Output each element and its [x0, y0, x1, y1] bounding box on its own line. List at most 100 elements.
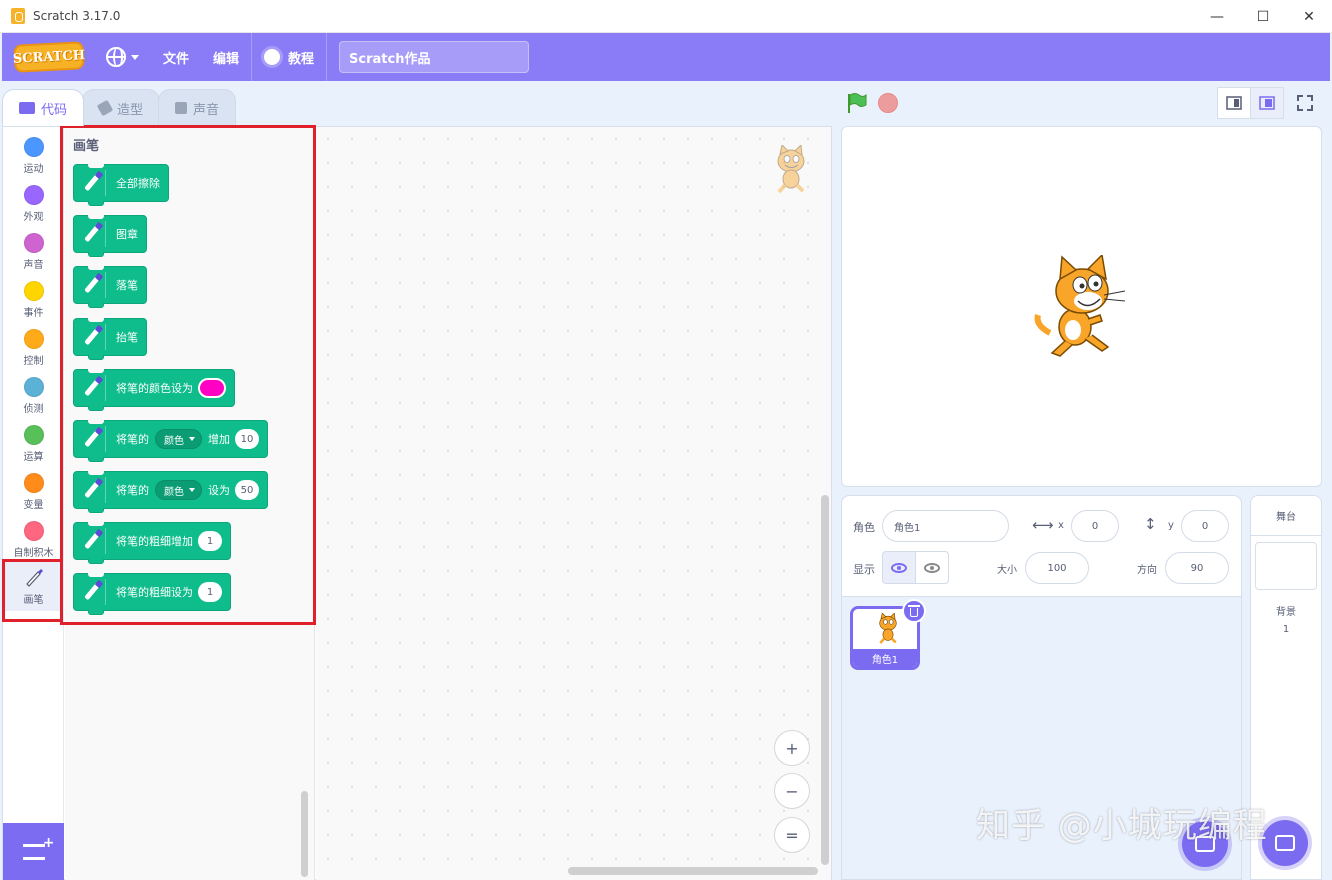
- workspace-horizontal-scrollbar[interactable]: [568, 867, 818, 875]
- tutorials-menu[interactable]: 教程: [252, 33, 326, 81]
- category-my-blocks[interactable]: 自制积木: [3, 516, 64, 564]
- tab-code-label: 代码: [41, 102, 68, 118]
- x-arrows-icon: ⟷: [1032, 516, 1054, 534]
- show-sprite-button[interactable]: [882, 551, 916, 584]
- close-button[interactable]: ✕: [1286, 0, 1332, 33]
- stage-pane-title: 舞台: [1251, 496, 1321, 536]
- my-blocks-dot-icon: [23, 521, 44, 541]
- tab-costumes[interactable]: 造型: [82, 89, 161, 126]
- watermark-text: 知乎 @小城玩编程: [976, 806, 1268, 846]
- stop-icon[interactable]: [878, 93, 898, 113]
- sprite-cat-icon: [777, 145, 805, 194]
- zoom-reset-icon: =: [785, 825, 799, 845]
- zoom-out-icon: −: [785, 781, 799, 801]
- category-variables[interactable]: 变量: [3, 468, 64, 516]
- edit-menu[interactable]: 编辑: [201, 33, 251, 81]
- events-dot-icon: [23, 281, 44, 301]
- lightbulb-icon: [264, 49, 281, 65]
- sound-dot-icon: [23, 233, 44, 253]
- backdrop-count: 1: [1282, 624, 1290, 635]
- size-label: 大小: [997, 565, 1017, 576]
- sprite-info: 角色 角色1 ⟷ x 0 ↕ y 0 显示 大小 100 方向 90: [842, 496, 1241, 597]
- fullscreen-button[interactable]: [1288, 87, 1322, 119]
- normal-stage-button[interactable]: [1250, 87, 1284, 119]
- category-sensing[interactable]: 侦测: [3, 372, 64, 420]
- zoom-reset-button[interactable]: =: [774, 817, 810, 853]
- category-menu: 运动 外观 声音 事件 控制 侦测 运算 变量 自制积木 画笔 +: [3, 127, 64, 880]
- category-events[interactable]: 事件: [3, 276, 64, 324]
- small-stage-button[interactable]: [1217, 87, 1251, 119]
- zoom-out-button[interactable]: −: [774, 773, 810, 809]
- add-extension-icon: [22, 835, 55, 860]
- tab-sounds[interactable]: 声音: [158, 89, 237, 126]
- project-title-input[interactable]: Scratch作品: [339, 41, 530, 73]
- backdrop-label: 背景: [1276, 607, 1296, 618]
- scratch-logo[interactable]: SCRATCH: [13, 41, 85, 73]
- globe-icon: [106, 47, 126, 67]
- category-label: 外观: [23, 212, 44, 223]
- code-icon: [19, 102, 35, 114]
- palette-scrollbar[interactable]: [301, 791, 308, 877]
- direction-input[interactable]: 90: [1165, 552, 1229, 584]
- highlight-pen-category: [2, 559, 63, 622]
- window-controls: — ☐ ✕: [1194, 0, 1332, 33]
- hide-sprite-button[interactable]: [915, 551, 949, 584]
- sprite-name-input[interactable]: 角色1: [882, 510, 1009, 542]
- category-operators[interactable]: 运算: [3, 420, 64, 468]
- category-label: 侦测: [23, 404, 44, 415]
- y-arrows-icon: ↕: [1144, 515, 1157, 533]
- small-stage-icon: [1226, 96, 1242, 110]
- category-label: 运动: [23, 164, 44, 175]
- delete-sprite-button[interactable]: [902, 599, 926, 623]
- sensing-dot-icon: [23, 377, 44, 397]
- highlight-pen-blocks: [60, 125, 316, 625]
- tab-sounds-label: 声音: [193, 102, 220, 118]
- operators-dot-icon: [23, 425, 44, 445]
- trash-icon: [908, 604, 920, 617]
- speaker-icon: [175, 102, 188, 114]
- sprite-cat-icon: [879, 613, 897, 644]
- eye-icon: [891, 562, 907, 573]
- category-looks[interactable]: 外观: [3, 180, 64, 228]
- category-label: 控制: [23, 356, 44, 367]
- tab-code[interactable]: 代码: [2, 89, 85, 126]
- looks-dot-icon: [23, 185, 44, 205]
- minimize-button[interactable]: —: [1194, 0, 1240, 33]
- size-input[interactable]: 100: [1025, 552, 1089, 584]
- category-label: 变量: [23, 500, 44, 511]
- x-input[interactable]: 0: [1071, 510, 1119, 542]
- y-input[interactable]: 0: [1181, 510, 1229, 542]
- tutorials-label: 教程: [288, 51, 315, 67]
- stage-canvas[interactable]: [841, 126, 1322, 487]
- add-extension-button[interactable]: [3, 823, 64, 880]
- image-add-icon: [1275, 835, 1295, 851]
- file-menu[interactable]: 文件: [151, 33, 201, 81]
- category-label: 声音: [23, 260, 44, 271]
- editor-tabs: 代码 造型 声音: [2, 89, 237, 126]
- variables-dot-icon: [23, 473, 44, 493]
- sprite-tile-name: 角色1: [853, 649, 917, 667]
- category-sound[interactable]: 声音: [3, 228, 64, 276]
- scratch-window: Scratch 3.17.0 — ☐ ✕ SCRATCH 文件 编辑 教程 Sc…: [0, 0, 1332, 880]
- sprite-name-label: 角色: [853, 521, 875, 534]
- y-label: y: [1168, 520, 1174, 531]
- green-flag-icon[interactable]: [846, 92, 868, 114]
- tab-costumes-label: 造型: [117, 102, 144, 118]
- menu-divider: [326, 33, 328, 81]
- direction-label: 方向: [1137, 565, 1157, 576]
- category-motion[interactable]: 运动: [3, 132, 64, 180]
- category-label: 运算: [23, 452, 44, 463]
- zoom-in-button[interactable]: +: [774, 730, 810, 766]
- stage-thumbnail[interactable]: [1255, 542, 1317, 590]
- workspace-vertical-scrollbar[interactable]: [821, 495, 829, 865]
- language-menu[interactable]: [94, 33, 151, 81]
- brush-icon: [96, 99, 114, 117]
- category-control[interactable]: 控制: [3, 324, 64, 372]
- script-workspace[interactable]: + − =: [316, 127, 831, 880]
- control-dot-icon: [23, 329, 44, 349]
- category-label: 自制积木: [13, 548, 54, 559]
- sprite-cat-icon[interactable]: [1030, 255, 1130, 360]
- choose-backdrop-button[interactable]: [1262, 820, 1308, 866]
- zoom-in-icon: +: [785, 738, 799, 758]
- maximize-button[interactable]: ☐: [1240, 0, 1286, 33]
